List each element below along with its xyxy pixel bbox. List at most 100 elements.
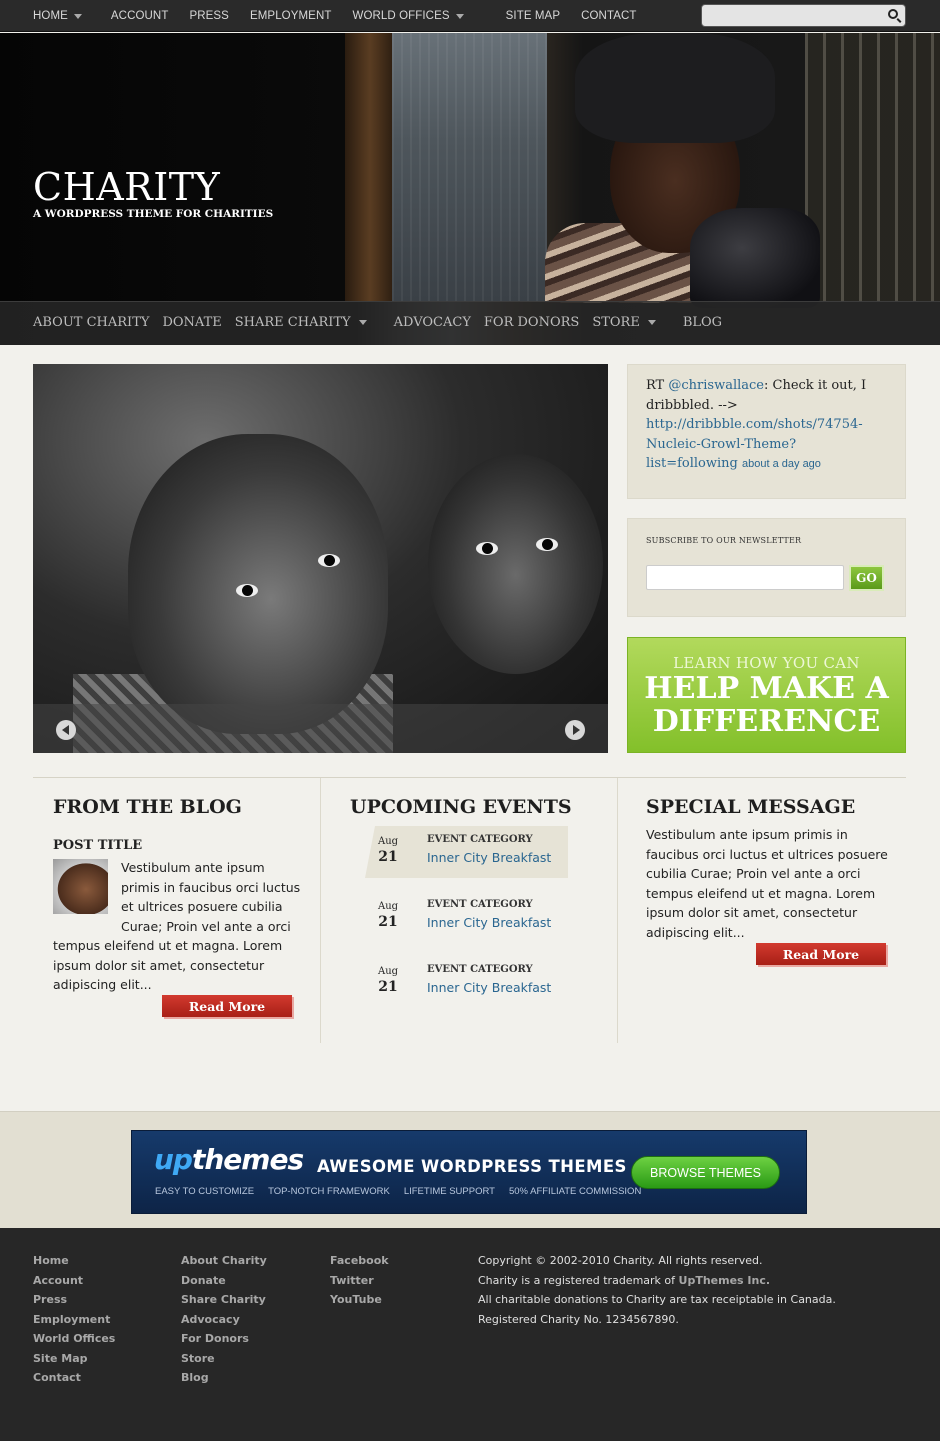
special-message-heading: SPECIAL MESSAGE [646,796,856,818]
cta-small-text: LEARN HOW YOU CAN [673,654,860,672]
footer-link-employment[interactable]: Employment [33,1310,115,1330]
top-nav: HOME ACCOUNT PRESS EMPLOYMENT WORLD OFFI… [33,0,658,32]
slider-control-bar [33,704,608,753]
arrow-right-icon[interactable] [565,720,585,740]
banner-feature: EASY TO CUSTOMIZE [155,1186,255,1197]
nav-share-charity[interactable]: SHARE CHARITY [235,315,367,330]
event-name-link[interactable]: Inner City Breakfast [427,980,551,995]
nav-store[interactable]: STORE [592,315,656,330]
topnav-contact-label: CONTACT [581,10,637,22]
tweet-time[interactable]: about a day ago [742,458,821,470]
footer-col-1: Home Account Press Employment World Offi… [33,1251,115,1388]
nav-blog[interactable]: BLOG [683,315,722,330]
event-item[interactable]: Aug 21 EVENT CATEGORY Inner City Breakfa… [365,891,568,943]
event-category: EVENT CATEGORY [427,964,533,975]
newsletter-go-button[interactable]: GO [849,565,884,591]
tweet-link[interactable]: http://dribbble.com/shots/74754- [646,415,887,435]
nav-share-charity-label: SHARE CHARITY [234,315,351,330]
special-read-more-button[interactable]: Read More [756,943,886,965]
topnav-world-offices[interactable]: WORLD OFFICES [352,10,464,22]
event-item[interactable]: Aug 21 EVENT CATEGORY Inner City Breakfa… [365,826,568,878]
footer-link-home[interactable]: Home [33,1251,115,1271]
site-logo[interactable]: CHARITY [33,165,220,209]
footer-link-youtube[interactable]: YouTube [330,1290,389,1310]
chevron-down-icon [455,13,464,19]
banner-feature: 50% AFFILIATE COMMISSION [508,1186,642,1197]
banner-feature: TOP-NOTCH FRAMEWORK [268,1186,390,1197]
arrow-left-icon[interactable] [56,720,76,740]
topnav-home-label: HOME [33,10,68,22]
tweet-prefix: RT [646,378,669,393]
header-hero: CHARITY A WORDPRESS THEME FOR CHARITIES … [0,33,940,345]
hero-photo-bag [690,208,820,308]
topnav-contact[interactable]: CONTACT [581,10,636,22]
search-input[interactable] [702,5,882,26]
footer-col-2: About Charity Donate Share Charity Advoc… [181,1251,267,1388]
nav-donate-label: DONATE [162,315,222,330]
upthemes-logo-themes: themes [191,1143,304,1176]
post-title[interactable]: POST TITLE [53,838,142,853]
footer-link-facebook[interactable]: Facebook [330,1251,389,1271]
upthemes-link[interactable]: UpThemes Inc. [679,1274,771,1287]
footer-link-twitter[interactable]: Twitter [330,1271,389,1291]
footer-link-advocacy[interactable]: Advocacy [181,1310,267,1330]
search-box [701,4,906,27]
blog-excerpt-line: tempus eleifend ut et magna. Lorem [53,938,283,953]
nav-about-charity[interactable]: ABOUT CHARITY [33,315,149,330]
footer-link-account[interactable]: Account [33,1271,115,1291]
tweet-link[interactable]: list=following [646,456,738,471]
chevron-down-icon [647,320,656,325]
footer-link-store[interactable]: Store [181,1349,267,1369]
nav-blog-label: BLOG [682,315,723,330]
topnav-site-map[interactable]: SITE MAP [506,10,560,22]
tweet-link[interactable]: Nucleic-Growl-Theme? [646,435,887,455]
browse-themes-button[interactable]: BROWSE THEMES [631,1156,780,1189]
tweet-handle-link[interactable]: @chriswallace [668,378,764,393]
footer-link-contact[interactable]: Contact [33,1368,115,1388]
topnav-press-label: PRESS [189,10,229,22]
copyright-text: Copyright © 2002-2010 Charity. All right… [478,1254,763,1267]
special-text-line: tempus eleifend ut et magna. Lorem [646,885,876,901]
event-item[interactable]: Aug 21 EVENT CATEGORY Inner City Breakfa… [365,956,568,1008]
upthemes-logo-up: up [154,1143,193,1176]
special-text-line: cubilia Curae; Proin vel ante a orci [646,866,861,881]
nav-store-label: STORE [592,315,640,330]
nav-donate[interactable]: DONATE [162,315,221,330]
topnav-account[interactable]: ACCOUNT [111,10,169,22]
eye-icon [318,554,340,567]
hero-photo-window [805,33,940,301]
topnav-home[interactable]: HOME [33,10,82,22]
event-name-link[interactable]: Inner City Breakfast [427,850,551,865]
newsletter-email-field[interactable] [646,565,844,590]
upthemes-banner[interactable]: upthemes AWESOME WORDPRESS THEMES EASY T… [131,1130,807,1214]
event-name-link[interactable]: Inner City Breakfast [427,915,551,930]
topnav-employment-label: EMPLOYMENT [249,10,332,22]
special-text-line: faucibus orci luctus et ultrices posuere [646,846,888,862]
blog-excerpt-line: primis in faucibus orci luctus [121,879,301,895]
nav-for-donors[interactable]: FOR DONORS [484,315,579,330]
tweet-line-1: RT @chriswallace: Check it out, I dribbb… [646,376,887,415]
footer-link-about-charity[interactable]: About Charity [181,1251,267,1271]
trademark-prefix: Charity is a registered trademark of [478,1273,679,1287]
cta-big-text: HELP MAKE A [644,671,889,706]
event-day: 21 [378,979,398,995]
footer-link-site-map[interactable]: Site Map [33,1349,115,1369]
footer-link-for-donors[interactable]: For Donors [181,1329,267,1349]
footer-link-world-offices[interactable]: World Offices [33,1329,115,1349]
banner-features: EASY TO CUSTOMIZE TOP-NOTCH FRAMEWORK LI… [155,1186,641,1197]
upthemes-logo: upthemes [154,1143,304,1176]
help-cta-button[interactable]: LEARN HOW YOU CAN HELP MAKE A DIFFERENCE [627,637,906,753]
footer-link-press[interactable]: Press [33,1290,115,1310]
post-thumbnail[interactable] [53,859,108,914]
blog-read-more-button[interactable]: Read More [162,995,292,1017]
nav-advocacy[interactable]: ADVOCACY [394,315,471,330]
event-day: 21 [378,849,398,865]
footer-link-blog[interactable]: Blog [181,1368,267,1388]
blog-heading: FROM THE BLOG [53,796,242,818]
column-divider [617,778,618,1043]
topnav-employment[interactable]: EMPLOYMENT [250,10,332,22]
footer-link-share-charity[interactable]: Share Charity [181,1290,267,1310]
search-icon[interactable] [888,9,898,19]
topnav-press[interactable]: PRESS [189,10,229,22]
footer-link-donate[interactable]: Donate [181,1271,267,1291]
